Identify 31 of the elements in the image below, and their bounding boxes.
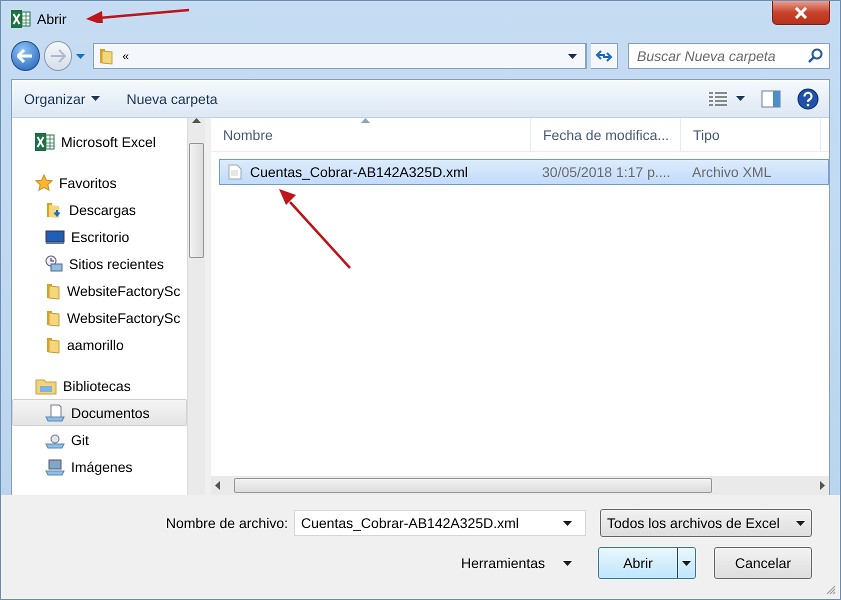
cancel-button[interactable]: Cancelar bbox=[714, 547, 812, 579]
address-bar[interactable]: « bbox=[93, 43, 588, 69]
toolbar-button[interactable]: Organizar bbox=[22, 86, 102, 110]
sidebar-item[interactable]: Git bbox=[12, 426, 187, 453]
sidebar-item[interactable]: Imágenes bbox=[12, 453, 187, 480]
sidebar-item[interactable]: Descargas bbox=[12, 196, 187, 223]
file-row[interactable]: Cuentas_Cobrar-AB142A325D.xml 30/05/2018 1:17 p.... Archivo XML bbox=[219, 159, 829, 185]
sidebar-item[interactable]: Favoritos bbox=[12, 169, 187, 196]
sidebar-item[interactable]: Microsoft Excel bbox=[12, 128, 187, 155]
window-title: Abrir bbox=[37, 11, 67, 27]
file-cell: Archivo XML bbox=[692, 164, 772, 180]
filename-label: Nombre de archivo: bbox=[166, 515, 288, 531]
toolbar-button[interactable]: Nueva carpeta bbox=[124, 86, 220, 110]
sidebar-item[interactable]: aamorillo bbox=[12, 331, 187, 358]
column-header[interactable]: Tipo bbox=[681, 118, 821, 151]
column-header[interactable]: Fecha de modifica... bbox=[531, 118, 681, 151]
filename-field[interactable]: Cuentas_Cobrar-AB142A325D.xml bbox=[294, 510, 586, 536]
overflow-chevron[interactable]: « bbox=[122, 49, 129, 63]
file-cell: Cuentas_Cobrar-AB142A325D.xml bbox=[250, 164, 468, 180]
sidebar-item[interactable]: WebsiteFactorySc bbox=[12, 277, 187, 304]
tools-menu[interactable]: Herramientas bbox=[454, 554, 578, 572]
open-button[interactable]: Abrir bbox=[598, 547, 696, 579]
sidebar-item[interactable]: WebsiteFactorySc bbox=[12, 304, 187, 331]
search-field[interactable]: Buscar Nueva carpeta bbox=[628, 43, 830, 69]
sidebar-item[interactable]: Bibliotecas bbox=[12, 372, 187, 399]
file-cell: 30/05/2018 1:17 p.... bbox=[542, 164, 670, 180]
sidebar-item[interactable]: Escritorio bbox=[12, 223, 187, 250]
sidebar-item[interactable]: Documentos bbox=[12, 399, 187, 426]
file-type-dropdown[interactable]: Todos los archivos de Excel bbox=[600, 509, 812, 537]
sidebar-item[interactable]: Sitios recientes bbox=[12, 250, 187, 277]
column-header[interactable]: Nombre bbox=[211, 118, 531, 151]
